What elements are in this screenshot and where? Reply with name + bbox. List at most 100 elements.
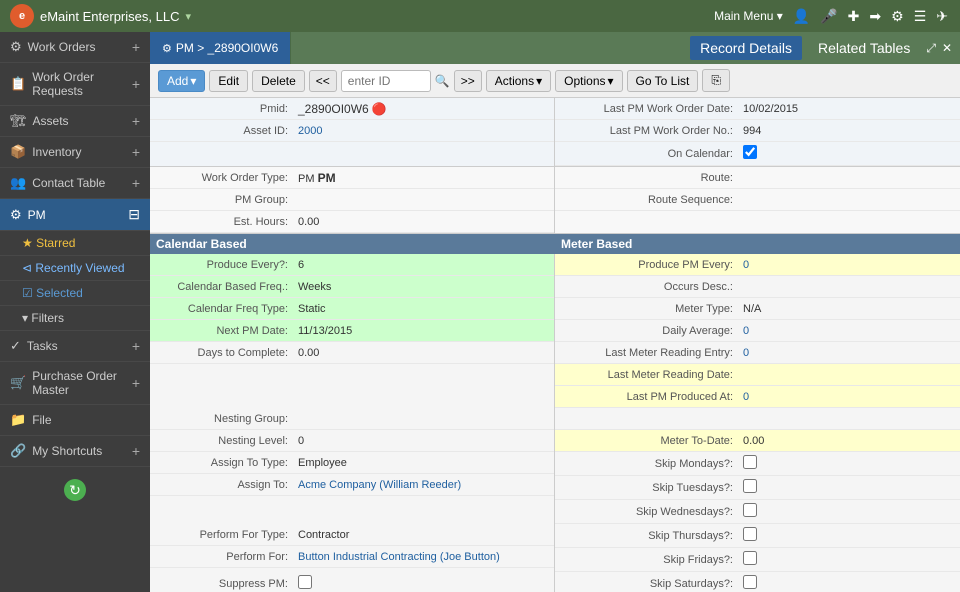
on-calendar-checkbox[interactable] xyxy=(743,145,757,159)
plus-icon[interactable]: ✚ xyxy=(846,6,862,27)
copy-button[interactable]: ⎘ xyxy=(702,69,730,92)
main-menu-btn[interactable]: Main Menu ▾ xyxy=(714,9,783,23)
meter-to-date-value: 0.00 xyxy=(739,434,956,448)
calendar-based-header: Calendar Based xyxy=(150,234,555,254)
sidebar-item-shortcuts[interactable]: 🔗My Shortcuts + xyxy=(0,436,150,467)
gear-icon[interactable]: ⚙ xyxy=(889,6,906,27)
sidebar-sub-recent[interactable]: ⊲ Recently Viewed xyxy=(0,256,150,281)
sidebar-item-tasks[interactable]: ✓Tasks + xyxy=(0,331,150,362)
sidebar-item-inventory[interactable]: 📦Inventory + xyxy=(0,137,150,168)
occurs-desc-row: Occurs Desc.: xyxy=(555,276,960,298)
last-pm-produced-value: 0 xyxy=(739,390,956,404)
search-icon[interactable]: 🔍 xyxy=(435,74,450,88)
suppress-pm-row: Suppress PM: xyxy=(150,572,554,592)
add-button[interactable]: Add ▾ xyxy=(158,70,205,92)
route-row: Route: xyxy=(555,167,960,189)
record-details-tab[interactable]: Record Details xyxy=(690,36,802,60)
skip-fridays-checkbox[interactable] xyxy=(743,551,757,565)
options-button[interactable]: Options ▾ xyxy=(555,70,622,92)
send-icon[interactable]: ✈ xyxy=(934,6,950,27)
route-value xyxy=(739,177,956,179)
skip-thursdays-checkbox[interactable] xyxy=(743,527,757,541)
app-title: eMaint Enterprises, LLC xyxy=(40,9,179,24)
pmid-indicator: 🔴 xyxy=(372,102,387,116)
last-meter-entry-value: 0 xyxy=(739,346,956,360)
skip-tuesdays-row: Skip Tuesdays?: xyxy=(555,476,960,500)
sync-btn-area: ↻ xyxy=(0,467,150,513)
days-to-complete-value: 0.00 xyxy=(294,346,550,360)
close-icon[interactable]: ✕ xyxy=(942,41,952,55)
sync-button[interactable]: ↻ xyxy=(64,479,86,501)
route-seq-value xyxy=(739,199,956,201)
mic-icon[interactable]: 🎤 xyxy=(818,6,839,27)
last-pm-wo-date-row: Last PM Work Order Date: 10/02/2015 xyxy=(555,98,960,120)
assign-to-value[interactable]: Acme Company (William Reeder) xyxy=(294,478,550,492)
section-headers: Calendar Based Meter Based xyxy=(150,234,960,254)
sidebar-item-workorders[interactable]: ⚙Work Orders + xyxy=(0,32,150,63)
perform-for-value[interactable]: Button Industrial Contracting (Joe Butto… xyxy=(294,550,550,564)
sidebar-item-po[interactable]: 🛒Purchase Order Master + xyxy=(0,362,150,405)
last-meter-date-value xyxy=(739,374,956,376)
produce-every-row: Produce Every?: 6 xyxy=(150,254,554,276)
pm-group-row: PM Group: xyxy=(150,189,554,211)
expand-icon[interactable]: ⤢ xyxy=(926,41,936,56)
sidebar-sub-starred[interactable]: ★ Starred xyxy=(0,231,150,256)
cal-freq-type-row: Calendar Freq Type: Static xyxy=(150,298,554,320)
calendar-meter-section: Produce Every?: 6 Calendar Based Freq.: … xyxy=(150,254,960,408)
meter-type-value: N/A xyxy=(739,302,956,316)
cal-based-freq-row: Calendar Based Freq.: Weeks xyxy=(150,276,554,298)
skip-wednesdays-checkbox[interactable] xyxy=(743,503,757,517)
related-tables-tab[interactable]: Related Tables xyxy=(808,36,920,60)
route-seq-row: Route Sequence: xyxy=(555,189,960,211)
pmid-row: Pmid: _2890OI0W6 🔴 xyxy=(150,98,554,120)
sidebar-item-workrequests[interactable]: 📋Work Order Requests + xyxy=(0,63,150,106)
est-hours-value: 0.00 xyxy=(294,215,550,229)
sidebar-sub-filters[interactable]: ▾ Filters xyxy=(0,306,150,331)
tab-right-buttons: Record Details Related Tables ⤢ ✕ xyxy=(682,32,960,64)
last-pm-wo-date-value: 10/02/2015 xyxy=(739,102,956,116)
dropdown-arrow[interactable]: ▾ xyxy=(185,10,191,23)
current-tab[interactable]: ⚙ PM > _2890OI0W6 xyxy=(150,32,291,64)
nav-prev-button[interactable]: << xyxy=(309,70,337,92)
produce-pm-every-value: 0 xyxy=(739,258,956,272)
sidebar-sub-selected[interactable]: ☑ Selected xyxy=(0,281,150,306)
sidebar-item-file[interactable]: 📁File xyxy=(0,405,150,436)
top-bar: e eMaint Enterprises, LLC ▾ Main Menu ▾ … xyxy=(0,0,960,32)
skip-saturdays-checkbox[interactable] xyxy=(743,575,757,589)
top-icons: 👤 🎤 ✚ ➡ ⚙ ☰ ✈ xyxy=(791,6,950,27)
edit-button[interactable]: Edit xyxy=(209,70,248,92)
perform-for-row: Perform For: Button Industrial Contracti… xyxy=(150,546,554,568)
asset-id-value: 2000 xyxy=(294,124,550,138)
asset-id-row: Asset ID: 2000 xyxy=(150,120,554,142)
delete-button[interactable]: Delete xyxy=(252,70,305,92)
nav-next-button[interactable]: >> xyxy=(454,70,482,92)
menu-icon[interactable]: ☰ xyxy=(912,6,929,27)
id-input[interactable] xyxy=(341,70,431,92)
actions-button[interactable]: Actions ▾ xyxy=(486,70,551,92)
sidebar-item-contact[interactable]: 👥Contact Table + xyxy=(0,168,150,199)
assign-skip-section: Assign To Type: Employee Assign To: Acme… xyxy=(150,452,960,524)
meter-to-date-row: Meter To-Date: 0.00 xyxy=(555,430,960,452)
calendar-fields: Produce Every?: 6 Calendar Based Freq.: … xyxy=(150,254,555,408)
arrow-icon[interactable]: ➡ xyxy=(867,6,883,27)
cal-freq-type-value: Static xyxy=(294,302,550,316)
top-bar-left: e eMaint Enterprises, LLC ▾ xyxy=(10,4,191,28)
assign-to-type-value: Employee xyxy=(294,456,550,470)
last-pm-produced-row: Last PM Produced At: 0 xyxy=(555,386,960,408)
nesting-group-row: Nesting Group: xyxy=(150,408,554,430)
pm-group-value xyxy=(294,199,550,201)
skip-wednesdays-row: Skip Wednesdays?: xyxy=(555,500,960,524)
last-meter-date-row: Last Meter Reading Date: xyxy=(555,364,960,386)
sidebar-item-assets[interactable]: 🏗Assets + xyxy=(0,106,150,137)
suppress-pm-checkbox[interactable] xyxy=(298,575,312,589)
est-hours-row: Est. Hours: 0.00 xyxy=(150,211,554,233)
go-to-list-button[interactable]: Go To List xyxy=(627,70,699,92)
sidebar-item-pm[interactable]: ⚙PM ⊟ xyxy=(0,199,150,231)
user-icon[interactable]: 👤 xyxy=(791,6,812,27)
last-pm-wo-no-value: 994 xyxy=(739,124,956,138)
next-pm-date-row: Next PM Date: 11/13/2015 xyxy=(150,320,554,342)
meter-fields: Produce PM Every: 0 Occurs Desc.: Meter … xyxy=(555,254,960,408)
record-content: Pmid: _2890OI0W6 🔴 Asset ID: 2000 Last P… xyxy=(150,98,960,592)
skip-tuesdays-checkbox[interactable] xyxy=(743,479,757,493)
skip-mondays-checkbox[interactable] xyxy=(743,455,757,469)
